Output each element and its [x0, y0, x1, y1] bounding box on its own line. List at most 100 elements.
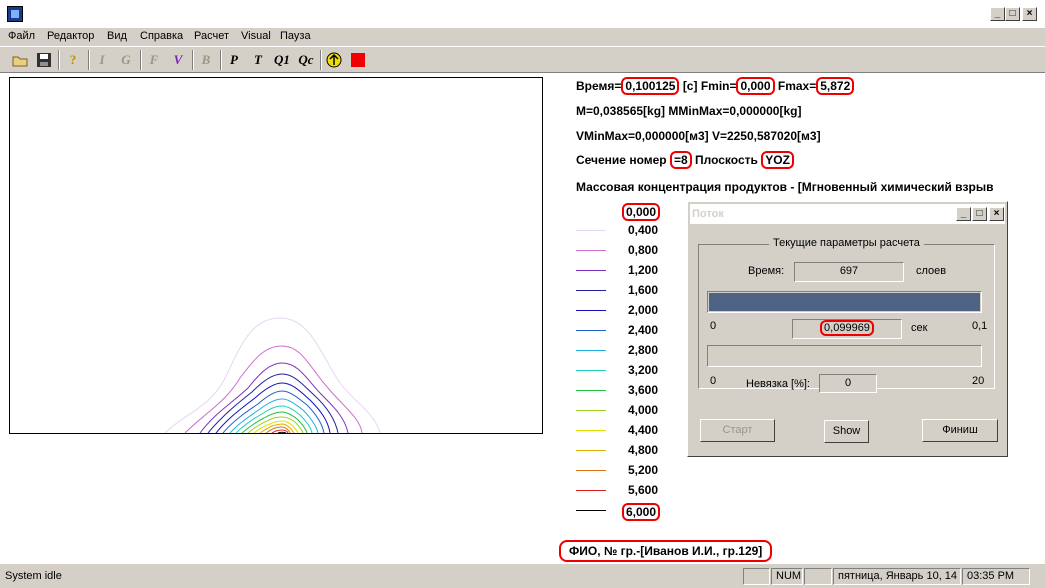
title-bar: Cloud - Без названия _ □ × — [0, 0, 1045, 28]
legend-item: 2,800 — [576, 341, 696, 361]
legend-swatch — [576, 430, 606, 431]
legend-swatch — [576, 470, 606, 471]
dialog-minimize-button[interactable]: _ — [956, 207, 971, 221]
legend-item: 5,200 — [576, 461, 696, 481]
tool-q1-button[interactable]: Q1 — [272, 50, 292, 70]
layers-field: 697 — [794, 262, 904, 282]
status-panel-empty-2 — [804, 568, 832, 585]
legend-item: 1,200 — [576, 261, 696, 281]
legend-item: 3,600 — [576, 381, 696, 401]
legend-item: 2,400 — [576, 321, 696, 341]
open-folder-icon[interactable] — [10, 50, 30, 70]
tool-g-button[interactable]: G — [116, 50, 136, 70]
legend-value: 0,800 — [628, 243, 659, 257]
legend-item: 3,200 — [576, 361, 696, 381]
legend-item: 0,000 — [576, 201, 696, 221]
legend-value: 3,200 — [628, 363, 659, 377]
menu-editor[interactable]: Редактор — [47, 30, 94, 42]
legend-swatch — [576, 390, 606, 391]
legend-value: 6,000 — [622, 503, 661, 521]
residual-min: 0 — [710, 375, 717, 387]
legend-swatch — [576, 410, 606, 411]
status-bar: System idle NUM пятница, Январь 10, 14 0… — [0, 566, 1045, 588]
section-value: =8 — [669, 151, 692, 169]
section-line: Сечение номер =8 Плоскость YOZ — [576, 151, 794, 169]
show-button[interactable]: Show — [824, 420, 869, 443]
maximize-button[interactable]: □ — [1005, 7, 1020, 21]
minimize-button[interactable]: _ — [990, 7, 1005, 21]
status-panel-empty — [743, 568, 770, 585]
menu-bar: Файл Редактор Вид Справка Расчет Visual … — [0, 28, 1045, 46]
tool-qc-button[interactable]: Qc — [296, 50, 316, 70]
fmin-value: 0,000 — [736, 77, 775, 95]
seconds-value: 0,099969 — [820, 320, 874, 336]
menu-view[interactable]: Вид — [107, 30, 127, 42]
fmax-value: 5,872 — [816, 77, 855, 95]
section-label: Сечение номер — [576, 153, 667, 167]
tool-b-button[interactable]: B — [196, 50, 216, 70]
layers-progress — [707, 291, 982, 313]
save-icon[interactable] — [34, 50, 54, 70]
legend-swatch — [576, 230, 606, 231]
legend-swatch — [576, 210, 606, 211]
finish-button[interactable]: Финиш — [922, 419, 998, 442]
tool-p-button[interactable]: P — [224, 50, 244, 70]
close-button[interactable]: × — [1022, 7, 1037, 21]
help-icon[interactable]: ? — [63, 50, 83, 70]
legend-value: 4,000 — [628, 403, 659, 417]
legend-value: 4,800 — [628, 443, 659, 457]
window-title: Cloud - Без названия — [27, 7, 152, 21]
tool-t-button[interactable]: T — [248, 50, 268, 70]
layers-progress-fill — [709, 293, 980, 311]
contour-plot — [9, 77, 543, 434]
dialog-title: Поток — [692, 208, 724, 220]
legend-swatch — [576, 450, 606, 451]
status-date: пятница, Январь 10, 14 — [833, 568, 961, 585]
legend-value: 4,400 — [628, 423, 659, 437]
legend-item: 0,800 — [576, 241, 696, 261]
legend-swatch — [576, 510, 606, 511]
legend-value: 0,000 — [622, 203, 661, 221]
time-line: Время= 0,100125 [c] Fmin= 0,000 Fmax= 5,872 — [576, 77, 855, 95]
calc-params-group: Текущие параметры расчета Время: 697 сло… — [698, 237, 995, 393]
legend-item: 4,800 — [576, 441, 696, 461]
app-icon[interactable] — [7, 6, 23, 22]
fmax-label: Fmax= — [777, 79, 817, 93]
range-min: 0 — [710, 320, 717, 332]
legend-value: 2,400 — [628, 323, 659, 337]
dialog-close-button[interactable]: × — [989, 207, 1004, 221]
start-button[interactable]: Старт — [700, 419, 775, 442]
legend-swatch — [576, 310, 606, 311]
plane-label: Плоскость — [695, 153, 758, 167]
time-label: Время= — [576, 79, 622, 93]
contour-plot-canvas — [164, 317, 381, 433]
legend-item: 4,400 — [576, 421, 696, 441]
menu-calc[interactable]: Расчет — [194, 30, 229, 42]
layers-unit: слоев — [916, 265, 947, 277]
tool-v-button[interactable]: V — [168, 50, 188, 70]
tool-i-button[interactable]: I — [92, 50, 112, 70]
toolbar: ? I G F V B P T Q1 Qc — [0, 46, 1045, 73]
plane-value: YOZ — [761, 151, 794, 169]
legend-value: 1,200 — [628, 263, 659, 277]
tool-f-button[interactable]: F — [144, 50, 164, 70]
legend-item: 0,400 — [576, 221, 696, 241]
menu-pause[interactable]: Пауза — [280, 30, 311, 42]
menu-help[interactable]: Справка — [140, 30, 183, 42]
seconds-field: 0,099969 — [792, 319, 902, 339]
status-time: 03:35 PM — [962, 568, 1030, 585]
dialog-maximize-button[interactable]: □ — [972, 207, 987, 221]
menu-visual[interactable]: Visual — [241, 30, 271, 42]
legend-item: 2,000 — [576, 301, 696, 321]
description-line: Массовая концентрация продуктов - [Мгнов… — [576, 180, 994, 194]
stop-icon[interactable] — [348, 50, 368, 70]
mass-line: M=0,038565[kg] MMinMax=0,000000[kg] — [576, 104, 802, 118]
legend-value: 3,600 — [628, 383, 659, 397]
author-info: ФИО, № гр.-[Иванов И.И., гр.129] — [559, 540, 773, 562]
flow-dialog: Поток _ □ × Текущие параметры расчета Вр… — [687, 201, 1008, 457]
legend-item: 1,600 — [576, 281, 696, 301]
status-num: NUM — [771, 568, 803, 585]
menu-file[interactable]: Файл — [8, 30, 35, 42]
run-icon[interactable] — [324, 50, 344, 70]
volume-line: VMinMax=0,000000[м3] V=2250,587020[м3] — [576, 129, 821, 143]
